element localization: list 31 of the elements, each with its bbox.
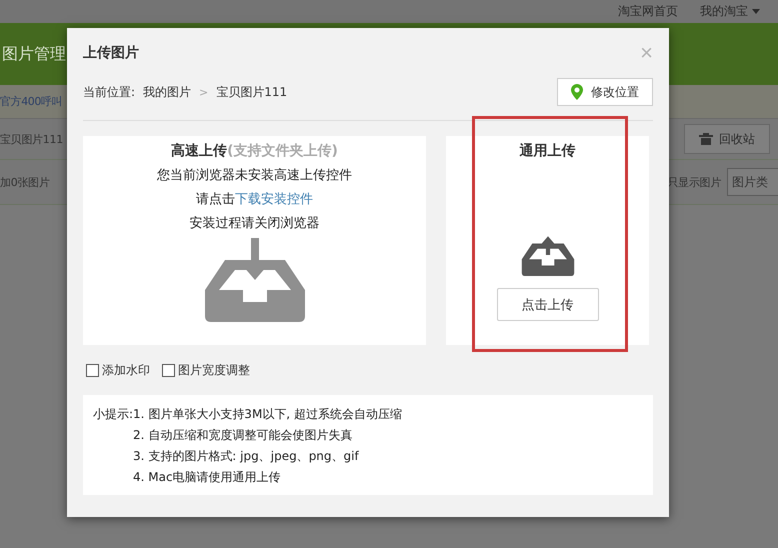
location-label: 当前位置: — [83, 84, 136, 100]
folder-name: 宝贝图片111 — [0, 132, 63, 146]
notice-text: 官方400呼叫 — [0, 94, 62, 109]
breadcrumb-item[interactable]: 我的图片 — [143, 84, 192, 100]
info-text: 请点击 — [196, 192, 235, 207]
map-pin-icon — [571, 84, 583, 100]
tip-text: 2. 自动压缩和宽度调整可能会使图片失真 — [133, 427, 354, 444]
info-text: 安装过程请关闭浏览器 — [190, 215, 320, 232]
panel-title: 通用上传 — [520, 142, 576, 160]
page-title: 图片管理 — [2, 44, 66, 64]
download-tray-icon — [204, 238, 306, 322]
filter-label: 只显示图片 — [667, 174, 721, 190]
download-link[interactable]: 下载安装控件 — [235, 192, 313, 207]
tip-text: 3. 支持的图片格式: jpg、jpeg、png、gif — [133, 448, 360, 465]
dialog-title: 上传图片 — [83, 44, 139, 62]
checkbox[interactable] — [86, 364, 99, 377]
tips-label: 小提示: — [93, 406, 134, 423]
trash-icon — [699, 133, 713, 145]
image-count: 加0张图片 — [0, 174, 50, 190]
option-checkbox[interactable]: 添加水印 — [86, 362, 150, 379]
tip-text: 1. 图片单张大小支持3M以下, 超过系统会自动压缩 — [133, 406, 402, 423]
breadcrumb-separator: > — [199, 86, 208, 98]
option-checkbox[interactable]: 图片宽度调整 — [162, 362, 250, 379]
tip-text: 4. Mac电脑请使用通用上传 — [133, 469, 282, 486]
change-location-button[interactable]: 修改位置 — [557, 78, 653, 106]
toolbar-button[interactable]: 回收站 — [684, 124, 770, 154]
info-text: 您当前浏览器未安装高速上传控件 — [157, 167, 352, 184]
breadcrumb-item[interactable]: 宝贝图片111 — [216, 84, 288, 100]
panel-title: 高速上传(支持文件夹上传) — [171, 142, 338, 160]
upload-button[interactable]: 点击上传 — [496, 288, 598, 321]
checkbox[interactable] — [162, 364, 175, 377]
